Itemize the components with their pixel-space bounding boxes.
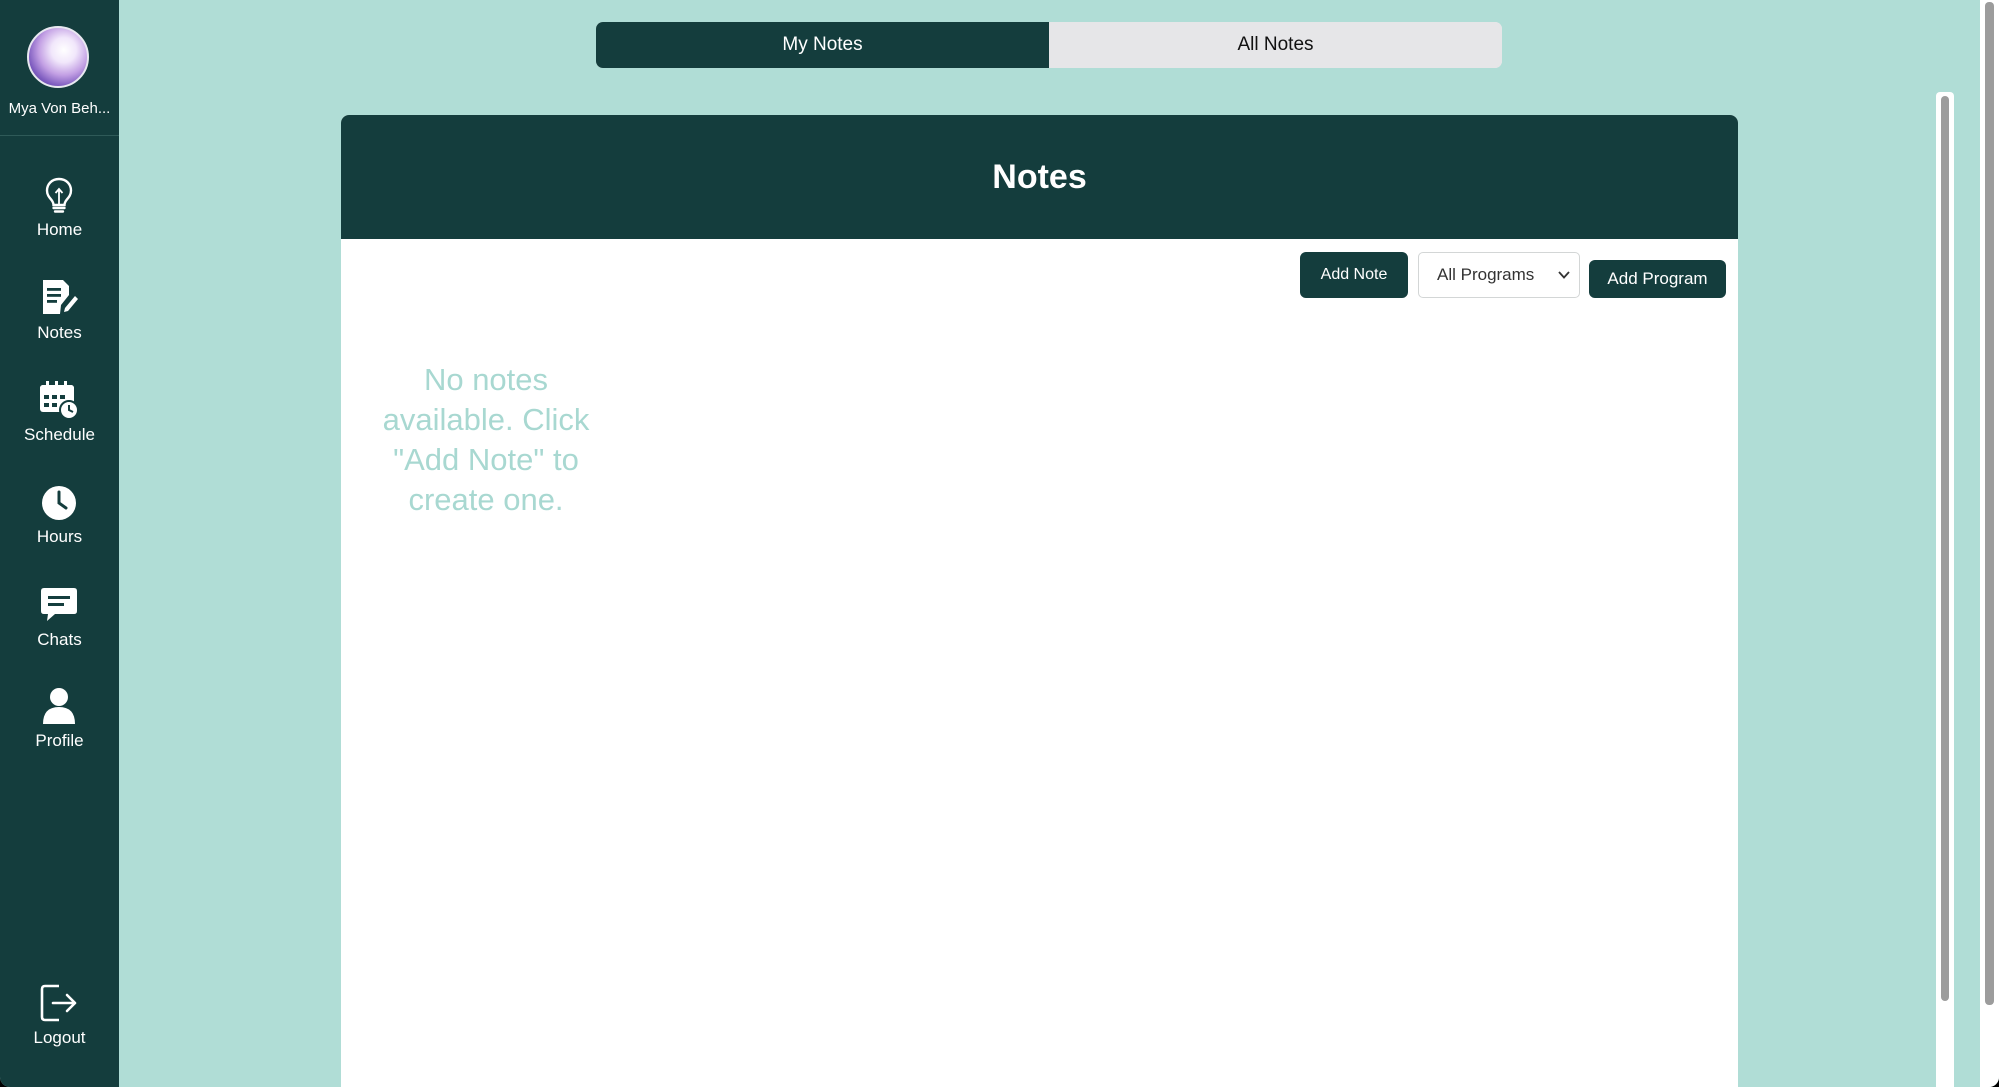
notes-scope-toggle: My Notes All Notes bbox=[596, 22, 1502, 68]
notes-panel-header: Notes bbox=[341, 115, 1738, 239]
lightbulb-icon bbox=[39, 175, 79, 215]
logout-label: Logout bbox=[33, 1028, 86, 1047]
content-scrollbar[interactable] bbox=[1936, 92, 1954, 1087]
avatar[interactable] bbox=[27, 26, 89, 88]
sidebar-item-label: Hours bbox=[36, 527, 83, 546]
app-window: Mya Von Beh... Home Notes Schedule Hours… bbox=[0, 0, 1999, 1087]
profile-name: Mya Von Beh... bbox=[8, 100, 111, 117]
tab-my-notes[interactable]: My Notes bbox=[596, 22, 1049, 68]
sidebar-item-profile[interactable]: Profile bbox=[0, 686, 119, 766]
add-program-button[interactable]: Add Program bbox=[1589, 260, 1726, 298]
sidebar-item-label: Schedule bbox=[24, 425, 95, 444]
calendar-clock-icon bbox=[39, 380, 79, 420]
user-icon bbox=[39, 686, 79, 726]
page-title: Notes bbox=[992, 158, 1087, 196]
add-note-button[interactable]: Add Note bbox=[1300, 252, 1408, 298]
sidebar-item-home[interactable]: Home bbox=[0, 175, 119, 255]
sidebar: Mya Von Beh... Home Notes Schedule Hours… bbox=[0, 0, 119, 1087]
logout-icon bbox=[39, 983, 79, 1023]
sidebar-item-notes[interactable]: Notes bbox=[0, 278, 119, 358]
page-scrollbar-thumb[interactable] bbox=[1985, 2, 1994, 1005]
clock-icon bbox=[39, 482, 79, 522]
profile-section[interactable]: Mya Von Beh... bbox=[0, 0, 119, 136]
empty-state-message: No notes available. Click "Add Note" to … bbox=[382, 362, 590, 517]
sidebar-item-label: Notes bbox=[37, 323, 82, 342]
tab-all-notes[interactable]: All Notes bbox=[1049, 22, 1502, 68]
sidebar-item-hours[interactable]: Hours bbox=[0, 482, 119, 562]
sidebar-item-label: Home bbox=[36, 220, 83, 239]
page-scrollbar[interactable] bbox=[1980, 0, 1999, 1087]
chevron-down-icon bbox=[1557, 268, 1571, 282]
notes-icon bbox=[39, 278, 79, 318]
logout-button[interactable]: Logout bbox=[0, 983, 119, 1063]
chat-icon bbox=[39, 585, 79, 625]
sidebar-item-chats[interactable]: Chats bbox=[0, 585, 119, 665]
sidebar-item-label: Profile bbox=[35, 731, 84, 750]
program-select-value: All Programs bbox=[1437, 265, 1535, 284]
program-select[interactable]: All Programs bbox=[1418, 252, 1580, 298]
content-scrollbar-thumb[interactable] bbox=[1941, 96, 1949, 1001]
notes-panel: Notes Add Note All Programs Add Program … bbox=[341, 115, 1738, 1087]
sidebar-item-schedule[interactable]: Schedule bbox=[0, 380, 119, 460]
sidebar-item-label: Chats bbox=[37, 630, 82, 649]
